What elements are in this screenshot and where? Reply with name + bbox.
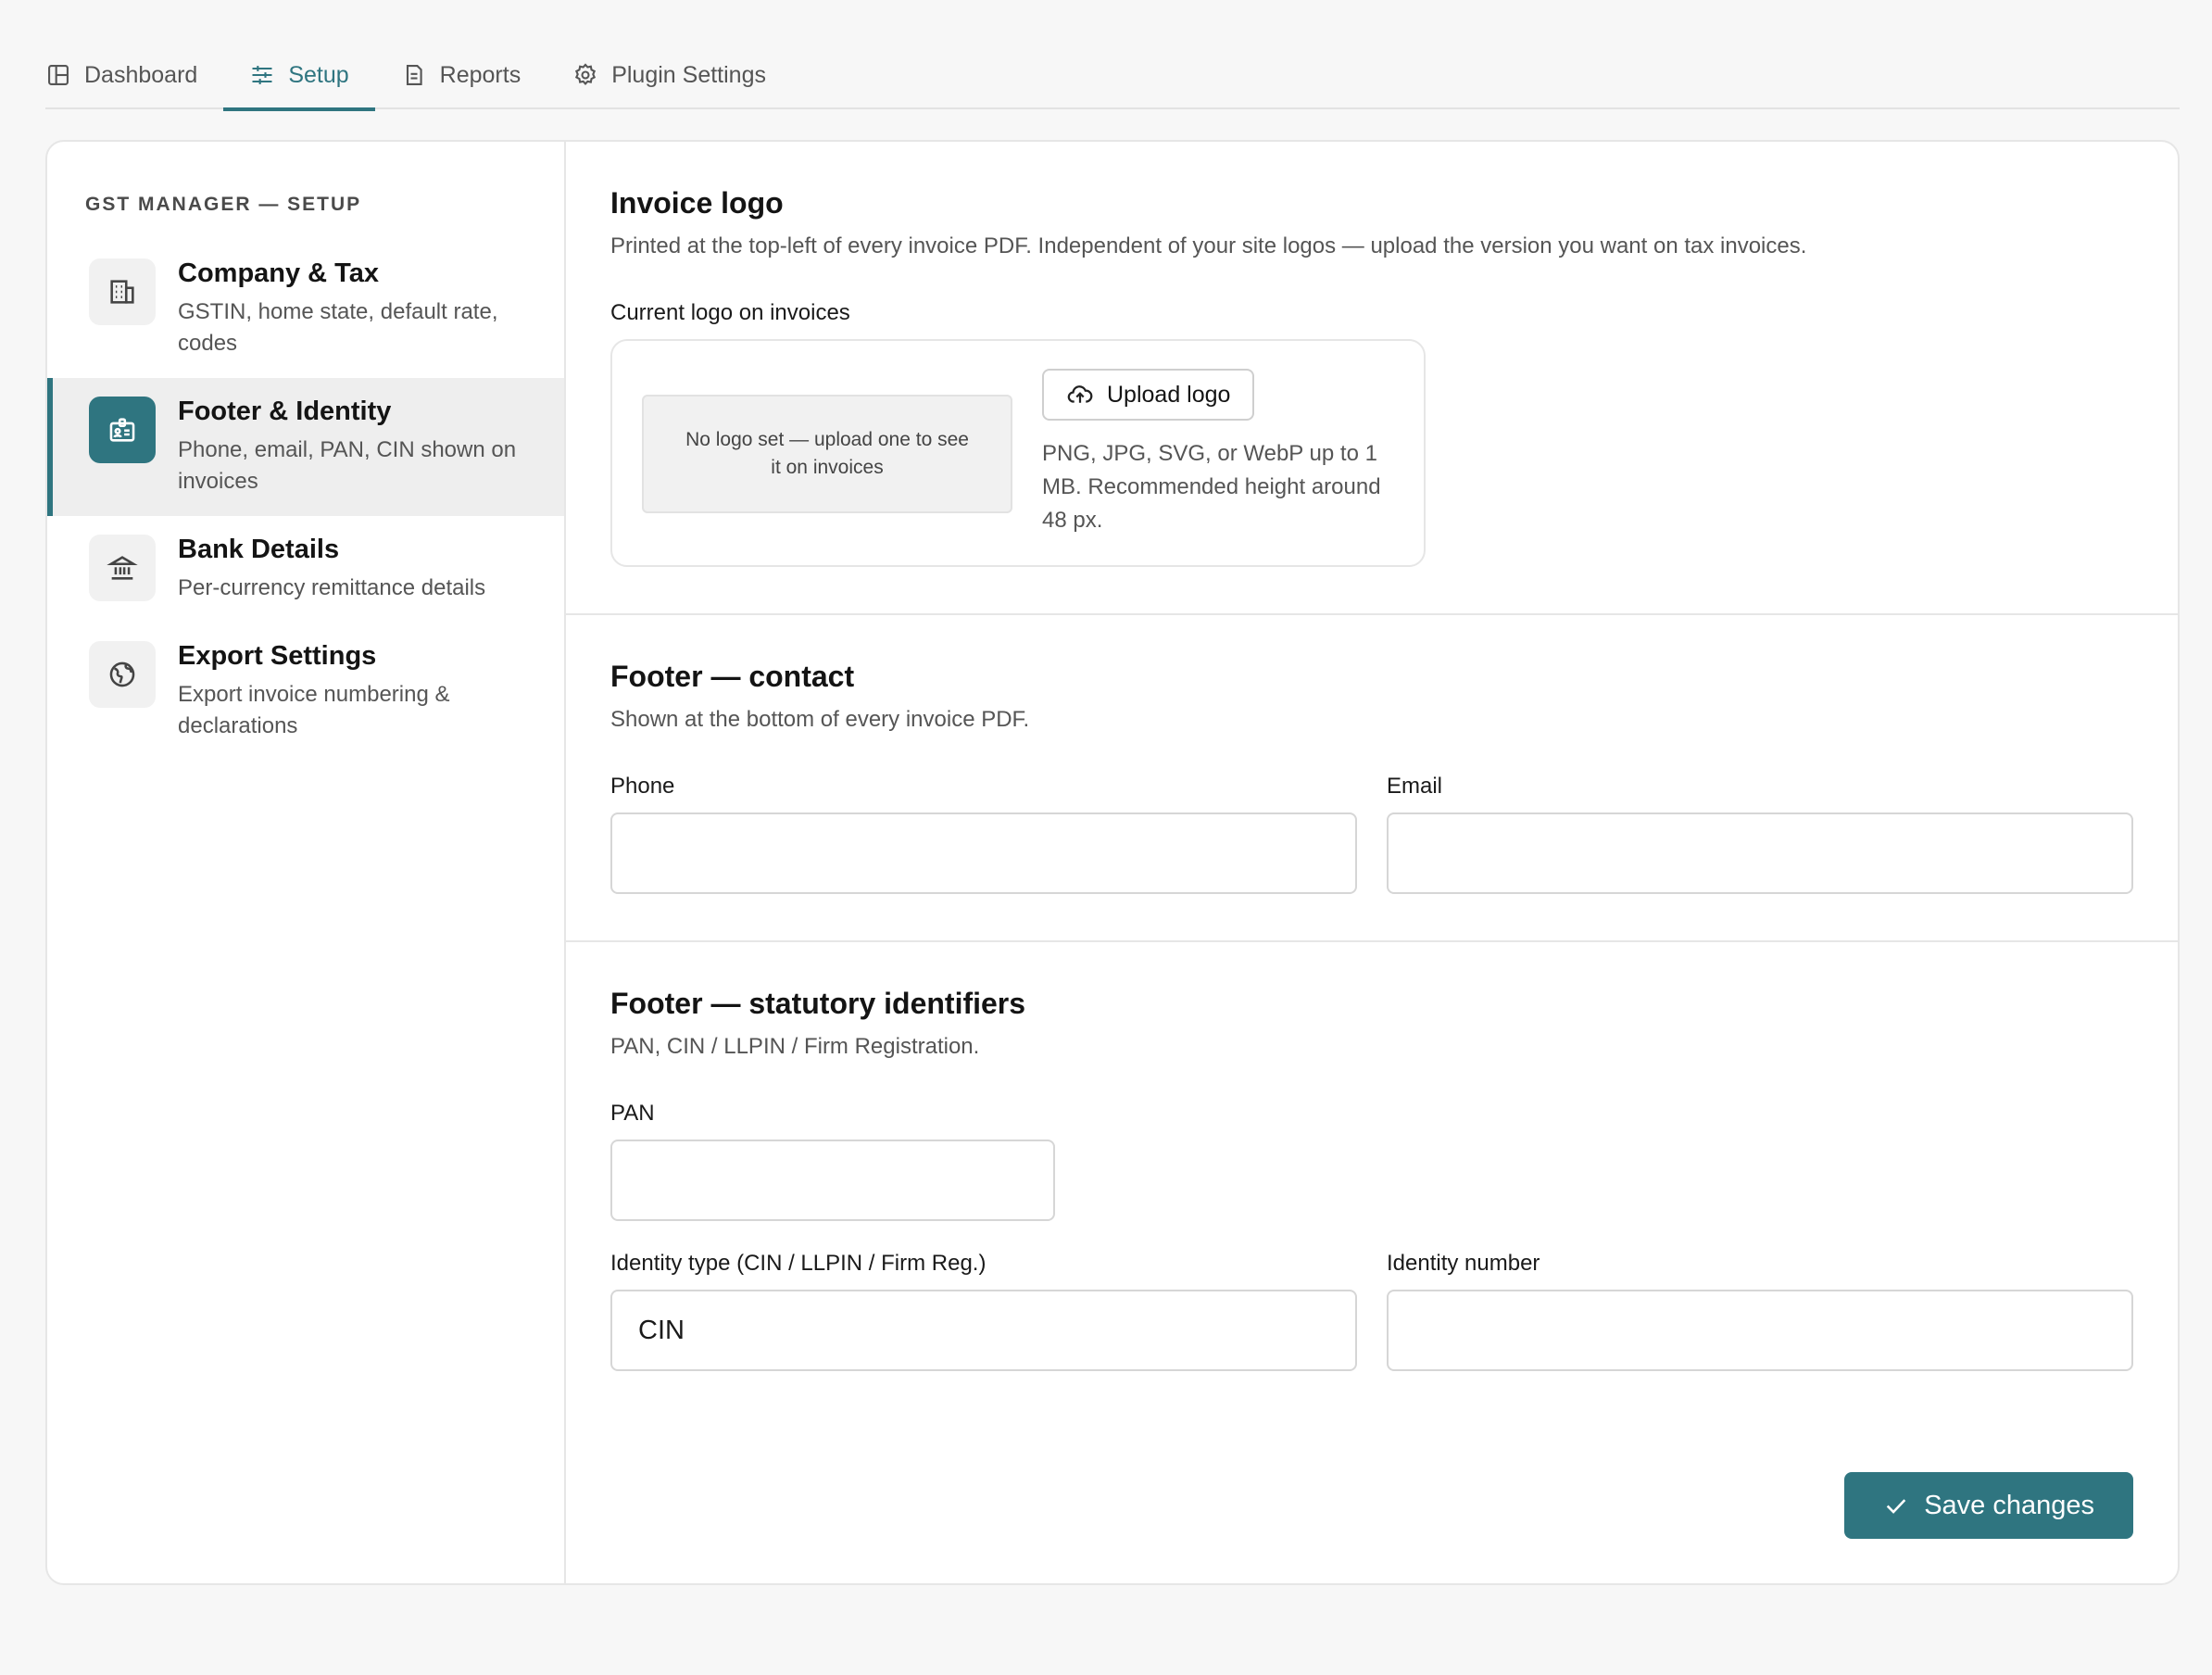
sidebar-item-subtitle: GSTIN, home state, default rate, codes (178, 299, 498, 356)
document-icon (401, 62, 427, 88)
sidebar-item-bank-details[interactable]: Bank Details Per-currency remittance det… (47, 516, 564, 623)
logo-box: No logo set — upload one to see it on in… (610, 339, 1426, 567)
section-description: Shown at the bottom of every invoice PDF… (610, 707, 1030, 732)
tab-reports[interactable]: Reports (375, 41, 547, 109)
identity-type-label: Identity type (CIN / LLPIN / Firm Reg.) (610, 1251, 987, 1276)
building-icon (89, 258, 156, 325)
identity-number-field[interactable] (1387, 1290, 2133, 1371)
logo-placeholder: No logo set — upload one to see it on in… (642, 395, 1012, 513)
phone-label: Phone (610, 774, 675, 799)
check-icon (1886, 1499, 1906, 1514)
section-title: Footer — contact (610, 660, 855, 693)
invoice-logo-section: Invoice logo Printed at the top-left of … (566, 142, 2178, 615)
sidebar-item-footer-identity[interactable]: Footer & Identity Phone, email, PAN, CIN… (47, 378, 564, 516)
main-content: Invoice logo Printed at the top-left of … (566, 142, 2178, 1583)
email-field[interactable] (1387, 812, 2133, 894)
sidebar-item-title: Footer & Identity (178, 397, 392, 426)
id-card-icon (89, 397, 156, 463)
globe-icon (89, 641, 156, 708)
save-button[interactable]: Save changes (1844, 1472, 2133, 1539)
section-description: Printed at the top-left of every invoice… (610, 233, 1807, 258)
sidebar-item-subtitle: Export invoice numbering & declarations (178, 682, 450, 738)
email-label: Email (1387, 774, 1443, 799)
identity-type-field[interactable] (610, 1290, 1357, 1371)
upload-help-text: PNG, JPG, SVG, or WebP up to 1 MB. Recom… (1042, 441, 1381, 533)
sidebar-item-subtitle: Per-currency remittance details (178, 575, 486, 600)
layout-icon (45, 62, 71, 88)
tab-label: Plugin Settings (611, 61, 766, 88)
cloud-upload-icon (1067, 385, 1093, 403)
tab-label: Reports (439, 61, 522, 88)
tab-dashboard[interactable]: Dashboard (19, 41, 223, 109)
gear-icon (572, 62, 598, 88)
upload-logo-button[interactable]: Upload logo (1042, 369, 1255, 421)
top-tabs: Dashboard Setup Reports Plugin Settings (45, 41, 2180, 111)
sidebar-item-title: Company & Tax (178, 258, 380, 288)
sidebar-heading: GST MANAGER — SETUP (85, 194, 362, 215)
sidebar-item-company-tax[interactable]: Company & Tax GSTIN, home state, default… (47, 240, 564, 378)
tab-label: Setup (288, 61, 349, 88)
sidebar-item-title: Bank Details (178, 535, 340, 564)
phone-field[interactable] (610, 812, 1357, 894)
current-logo-label: Current logo on invoices (610, 300, 850, 325)
identity-number-label: Identity number (1387, 1251, 1540, 1276)
tab-plugin-settings[interactable]: Plugin Settings (547, 41, 792, 109)
upload-logo-label: Upload logo (1107, 381, 1231, 408)
section-title: Footer — statutory identifiers (610, 987, 1026, 1020)
bank-icon (89, 535, 156, 601)
save-button-label: Save changes (1924, 1490, 2094, 1520)
sidebar: GST MANAGER — SETUP Company & Tax GSTIN,… (47, 142, 566, 1583)
sidebar-item-export-settings[interactable]: Export Settings Export invoice numbering… (47, 623, 564, 761)
footer-contact-section: Footer — contact Shown at the bottom of … (566, 615, 2178, 942)
section-description: PAN, CIN / LLPIN / Firm Registration. (610, 1034, 980, 1059)
setup-card: GST MANAGER — SETUP Company & Tax GSTIN,… (45, 140, 2180, 1585)
tab-label: Dashboard (84, 61, 198, 88)
sidebar-item-title: Export Settings (178, 641, 377, 671)
pan-field[interactable] (610, 1140, 1055, 1221)
section-title: Invoice logo (610, 186, 784, 220)
footer-statutory-section: Footer — statutory identifiers PAN, CIN … (566, 942, 2178, 1417)
sidebar-item-subtitle: Phone, email, PAN, CIN shown on invoices (178, 437, 517, 494)
pan-label: PAN (610, 1101, 655, 1126)
sliders-icon (249, 62, 275, 88)
tab-setup[interactable]: Setup (223, 41, 376, 111)
